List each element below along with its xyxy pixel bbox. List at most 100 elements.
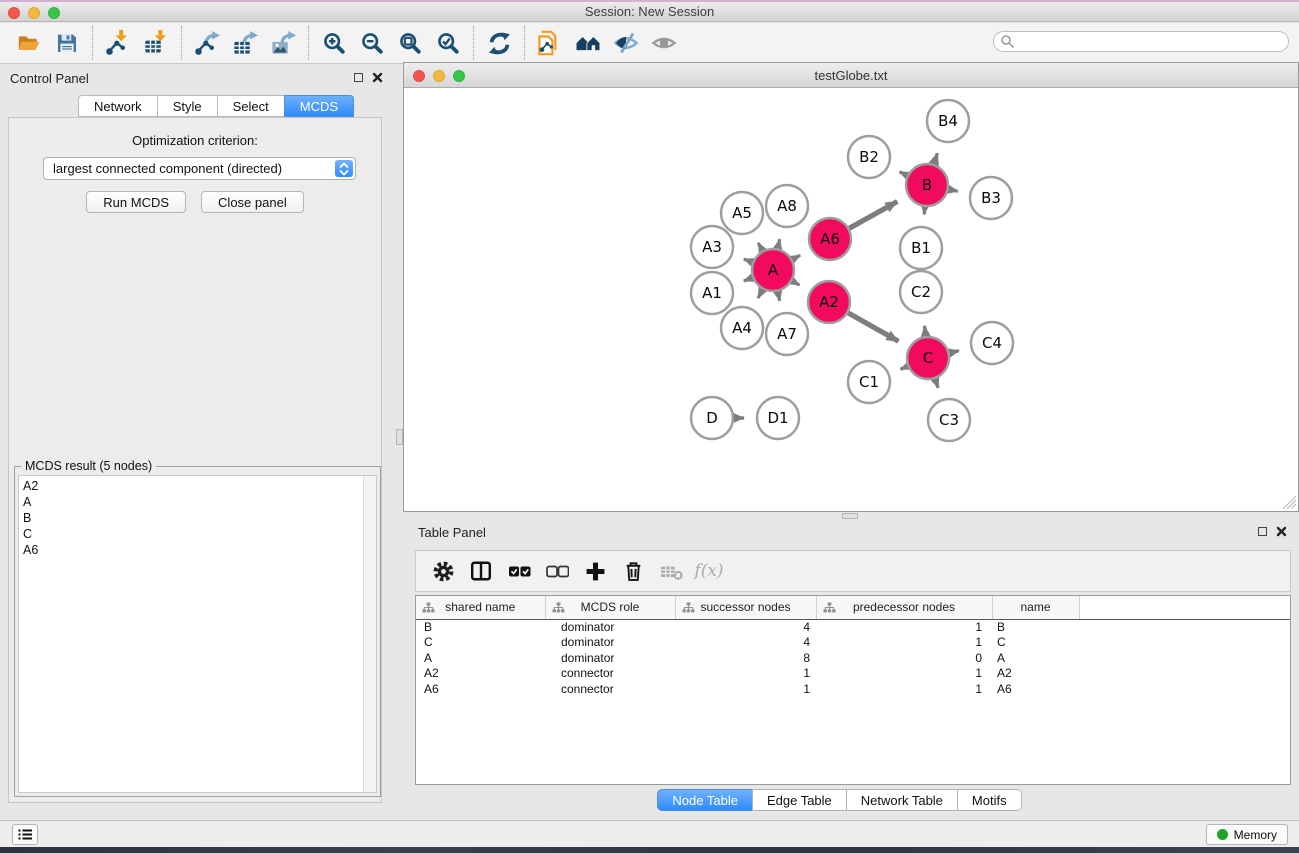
graph-edge-A-A2[interactable]	[792, 281, 799, 285]
table-cell[interactable]: A	[992, 650, 1079, 666]
table-cell[interactable]: dominator	[545, 619, 675, 635]
table-row[interactable]: Adominator80A	[416, 650, 1290, 666]
delete-table-icon[interactable]	[654, 554, 688, 588]
graph-node-C1[interactable]: C1	[848, 361, 890, 403]
criterion-select[interactable]: largest connected component (directed)	[43, 157, 356, 180]
graph-edge-A2-C[interactable]	[848, 313, 898, 341]
table-cell[interactable]: 1	[816, 666, 992, 682]
search-input[interactable]	[1015, 33, 1288, 50]
graph-edge-B-B3[interactable]	[949, 189, 958, 191]
table-cell[interactable]: 1	[816, 681, 992, 697]
close-window-button[interactable]	[8, 7, 20, 19]
tab-style[interactable]: Style	[157, 95, 217, 117]
graph-edge-C-C4[interactable]	[949, 351, 958, 353]
tab-motifs[interactable]: Motifs	[957, 789, 1022, 811]
graph-edge-A-A3[interactable]	[744, 259, 753, 262]
eye-slash-icon[interactable]	[607, 26, 645, 60]
table-cell[interactable]: 4	[675, 635, 816, 651]
tab-node-table[interactable]: Node Table	[657, 789, 752, 811]
tab-edge-table[interactable]: Edge Table	[752, 789, 846, 811]
minimize-view-button[interactable]	[433, 70, 445, 82]
close-panel-icon[interactable]	[1276, 526, 1287, 537]
table-cell[interactable]: A	[416, 650, 545, 666]
table-cell[interactable]: 4	[675, 619, 816, 635]
table-cell[interactable]: connector	[545, 681, 675, 697]
zoom-in-icon[interactable]	[315, 26, 353, 60]
graph-node-B2[interactable]: B2	[848, 136, 890, 178]
table-cell[interactable]: B	[416, 619, 545, 635]
close-view-button[interactable]	[413, 70, 425, 82]
table-cell[interactable]: 1	[816, 619, 992, 635]
table-row[interactable]: Cdominator41C	[416, 635, 1290, 651]
table-cell[interactable]: B	[992, 619, 1079, 635]
table-row[interactable]: A6connector11A6	[416, 681, 1290, 697]
float-panel-icon[interactable]	[1258, 527, 1267, 536]
traffic-lights[interactable]	[8, 7, 60, 19]
graph-node-A6[interactable]: A6	[809, 218, 851, 260]
graph-node-A5[interactable]: A5	[721, 192, 763, 234]
table-row[interactable]: Bdominator41B	[416, 619, 1290, 635]
tab-network[interactable]: Network	[78, 95, 157, 117]
graph-node-A8[interactable]: A8	[766, 185, 808, 227]
graph-node-C3[interactable]: C3	[928, 399, 970, 441]
table-cell[interactable]: 1	[816, 635, 992, 651]
graph-edge-A-A8[interactable]	[778, 239, 780, 248]
network-canvas[interactable]: AA1A2A3A4A5A6A7A8BB1B2B3B4CC1C2C3C4DD1	[405, 89, 1297, 511]
graph-edge-A-A5[interactable]	[758, 243, 762, 251]
table-cell[interactable]: A2	[992, 666, 1079, 682]
graph-node-B[interactable]: B	[906, 164, 948, 206]
mcds-result-item[interactable]: A2	[23, 478, 376, 494]
table-cell[interactable]: 8	[675, 650, 816, 666]
open-icon[interactable]	[10, 26, 48, 60]
column-header-successor-nodes[interactable]: successor nodes	[675, 596, 816, 619]
graph-node-A[interactable]: A	[752, 249, 794, 291]
save-icon[interactable]	[48, 26, 86, 60]
close-panel-icon[interactable]	[372, 72, 383, 83]
plus-icon[interactable]	[578, 554, 612, 588]
new-network-from-selection-icon[interactable]	[531, 26, 569, 60]
tab-mcds[interactable]: MCDS	[284, 95, 354, 117]
graph-node-B1[interactable]: B1	[900, 227, 942, 269]
graph-node-B3[interactable]: B3	[970, 177, 1012, 219]
zoom-window-button[interactable]	[48, 7, 60, 19]
trash-icon[interactable]	[616, 554, 650, 588]
mcds-result-item[interactable]: A6	[23, 542, 376, 558]
graph-node-D[interactable]: D	[691, 397, 733, 439]
graph-edge-A-A7[interactable]	[778, 291, 780, 300]
zoom-view-button[interactable]	[453, 70, 465, 82]
graph-edge-B-B2[interactable]	[900, 172, 908, 176]
network-window-traffic-lights[interactable]	[413, 70, 465, 82]
mcds-result-item[interactable]: A	[23, 494, 376, 510]
graph-edge-A-A6[interactable]	[792, 255, 800, 259]
memory-button[interactable]: Memory	[1206, 824, 1288, 845]
mcds-result-item[interactable]: C	[23, 526, 376, 542]
table-cell[interactable]: A6	[416, 681, 545, 697]
select-all-checks-icon[interactable]	[502, 554, 536, 588]
run-mcds-button[interactable]: Run MCDS	[86, 191, 186, 213]
export-table-icon[interactable]	[226, 26, 264, 60]
resize-grip-icon[interactable]	[1283, 496, 1296, 509]
graph-node-C[interactable]: C	[907, 337, 949, 379]
graph-edge-A6-B[interactable]	[849, 202, 897, 229]
split-columns-icon[interactable]	[464, 554, 498, 588]
table-cell[interactable]: connector	[545, 666, 675, 682]
search-field[interactable]	[993, 31, 1289, 52]
table-cell[interactable]: 1	[675, 666, 816, 682]
graph-node-A2[interactable]: A2	[808, 281, 850, 323]
graph-node-A3[interactable]: A3	[691, 226, 733, 268]
mcds-result-item[interactable]: B	[23, 510, 376, 526]
graph-node-A7[interactable]: A7	[766, 313, 808, 355]
zoom-out-icon[interactable]	[353, 26, 391, 60]
column-header-MCDS-role[interactable]: MCDS role	[545, 596, 675, 619]
close-panel-button[interactable]: Close panel	[201, 191, 304, 213]
table-cell[interactable]: A2	[416, 666, 545, 682]
column-header-predecessor-nodes[interactable]: predecessor nodes	[816, 596, 992, 619]
graph-node-C2[interactable]: C2	[900, 271, 942, 313]
tab-select[interactable]: Select	[217, 95, 284, 117]
table-cell[interactable]: dominator	[545, 635, 675, 651]
task-history-button[interactable]	[12, 824, 38, 845]
table-cell[interactable]: C	[416, 635, 545, 651]
split-pane-handle[interactable]	[842, 513, 858, 519]
float-panel-icon[interactable]	[354, 73, 363, 82]
graph-edge-A-A1[interactable]	[744, 278, 753, 281]
